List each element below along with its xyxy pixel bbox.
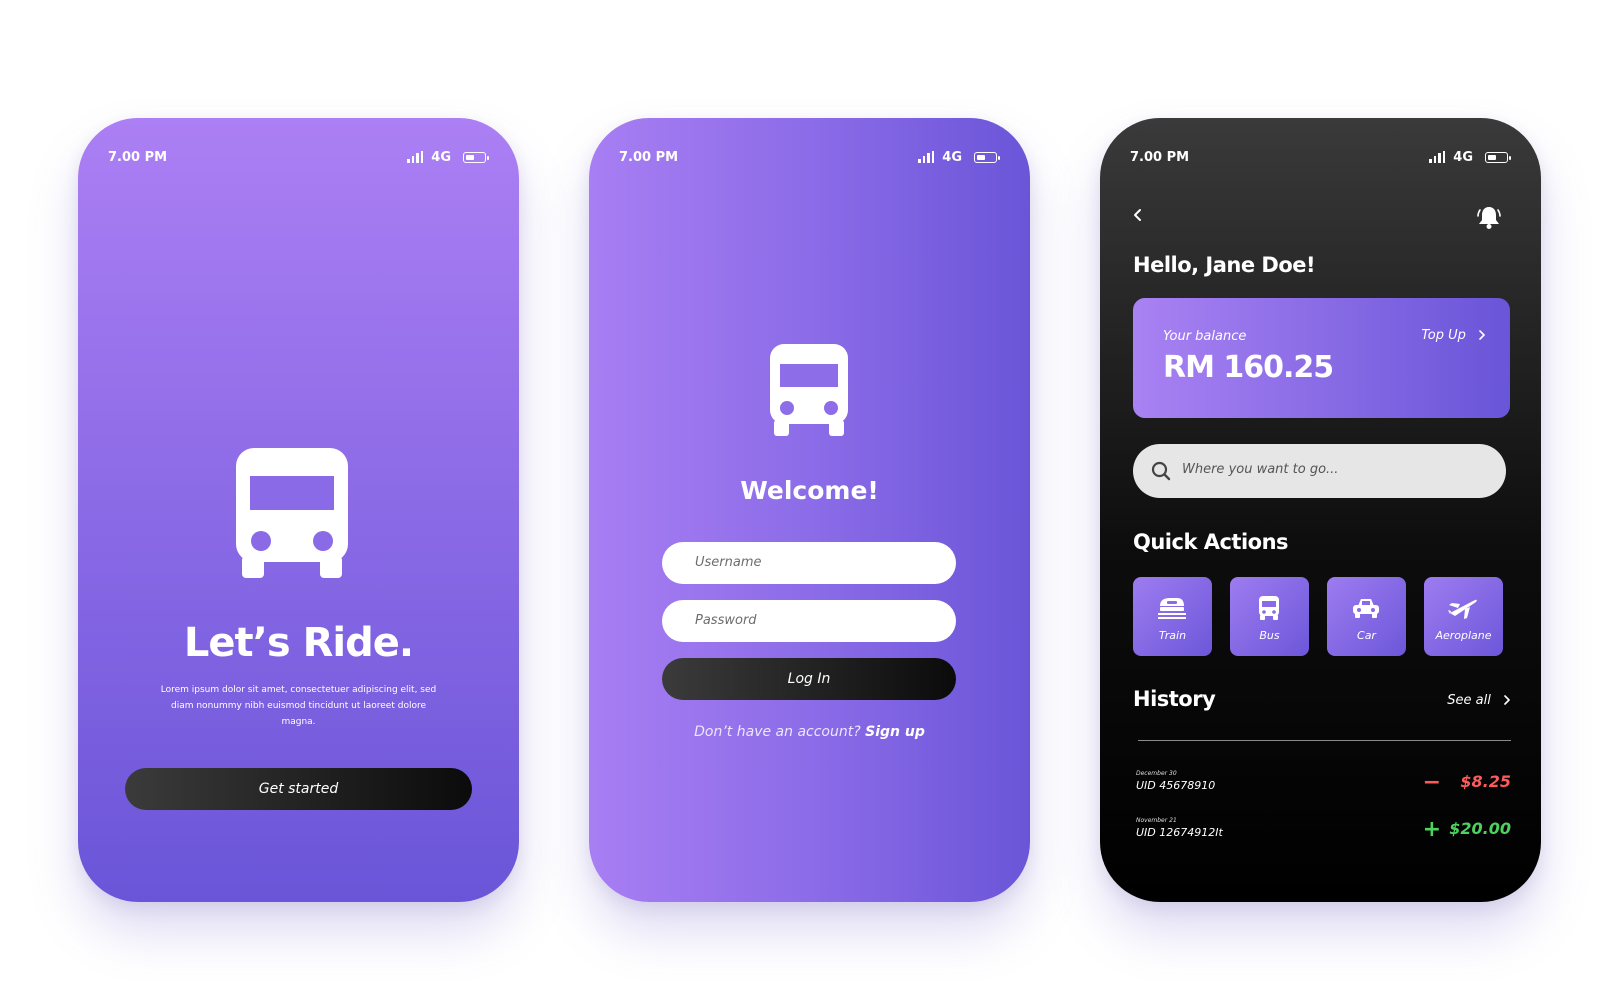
history-date: December 30 bbox=[1136, 770, 1177, 777]
quick-action-label: Train bbox=[1158, 629, 1187, 642]
signup-link[interactable]: Sign up bbox=[865, 724, 925, 740]
username-field[interactable]: Username bbox=[662, 542, 956, 584]
login-button[interactable]: Log In bbox=[662, 658, 956, 700]
battery-icon bbox=[974, 152, 1000, 163]
see-all-link[interactable]: See all bbox=[1447, 693, 1511, 708]
back-chevron-icon[interactable] bbox=[1132, 208, 1144, 222]
search-placeholder: Where you want to go... bbox=[1182, 462, 1339, 477]
history-row[interactable]: December 30 UID 45678910 − $8.25 bbox=[1136, 770, 1511, 810]
network-label: 4G bbox=[942, 150, 962, 165]
get-started-button[interactable]: Get started bbox=[125, 768, 472, 810]
battery-icon bbox=[1485, 152, 1511, 163]
top-up-link[interactable]: Top Up bbox=[1421, 328, 1486, 343]
welcome-title: Welcome! bbox=[740, 476, 879, 505]
history-amount: $8.25 bbox=[1460, 772, 1511, 791]
debit-sign: − bbox=[1422, 770, 1441, 795]
quick-action-car[interactable]: Car bbox=[1327, 577, 1406, 656]
quick-action-bus[interactable]: Bus bbox=[1230, 577, 1309, 656]
greeting-title: Hello, Jane Doe! bbox=[1133, 253, 1316, 277]
signal-icon bbox=[918, 151, 934, 163]
chevron-right-icon bbox=[1479, 330, 1485, 340]
quick-action-train[interactable]: Train bbox=[1133, 577, 1212, 656]
see-all-label: See all bbox=[1447, 693, 1491, 708]
signup-prompt: Don’t have an account? bbox=[694, 724, 861, 740]
status-time: 7.00 PM bbox=[619, 150, 679, 165]
quick-action-label: Bus bbox=[1259, 629, 1280, 642]
history-row[interactable]: November 21 UID 12674912It + $20.00 bbox=[1136, 817, 1511, 857]
status-time: 7.00 PM bbox=[1130, 150, 1190, 165]
status-time: 7.00 PM bbox=[108, 150, 168, 165]
battery-icon bbox=[463, 152, 489, 163]
history-uid: UID 45678910 bbox=[1136, 779, 1216, 792]
bus-logo-icon bbox=[236, 448, 348, 578]
login-screen: 7.00 PM 4G Welcome! Username Password Lo… bbox=[589, 118, 1030, 902]
car-icon bbox=[1353, 599, 1379, 618]
destination-search-input[interactable]: Where you want to go... bbox=[1133, 444, 1506, 498]
bus-icon bbox=[1259, 596, 1279, 620]
credit-sign: + bbox=[1422, 817, 1441, 842]
splash-body-text: Lorem ipsum dolor sit amet, consectetuer… bbox=[160, 685, 437, 727]
notification-bell-icon[interactable] bbox=[1476, 204, 1502, 230]
signal-icon bbox=[1429, 151, 1445, 163]
status-bar: 7.00 PM 4G bbox=[1130, 148, 1511, 168]
status-bar: 7.00 PM 4G bbox=[108, 148, 489, 168]
splash-screen: 7.00 PM 4G Let’s Ride. Lorem ipsum dolor… bbox=[78, 118, 519, 902]
network-label: 4G bbox=[1453, 150, 1473, 165]
quick-actions-title: Quick Actions bbox=[1133, 530, 1289, 554]
bus-logo-icon bbox=[770, 344, 848, 436]
signal-icon bbox=[407, 151, 423, 163]
quick-action-label: Aeroplane bbox=[1435, 629, 1492, 642]
history-date: November 21 bbox=[1136, 817, 1177, 824]
history-divider bbox=[1138, 740, 1511, 741]
status-bar: 7.00 PM 4G bbox=[619, 148, 1000, 168]
network-label: 4G bbox=[431, 150, 451, 165]
train-icon bbox=[1158, 598, 1186, 619]
balance-amount: RM 160.25 bbox=[1163, 350, 1334, 385]
history-amount: $20.00 bbox=[1449, 819, 1511, 838]
quick-action-label: Car bbox=[1357, 629, 1376, 642]
top-up-label: Top Up bbox=[1421, 328, 1466, 343]
history-uid: UID 12674912It bbox=[1136, 826, 1223, 839]
history-title: History bbox=[1133, 687, 1216, 711]
dashboard-screen: 7.00 PM 4G Hello, Jane Doe! Your balance… bbox=[1100, 118, 1541, 902]
aeroplane-icon bbox=[1448, 599, 1477, 619]
splash-title: Let’s Ride. bbox=[183, 620, 414, 666]
chevron-right-icon bbox=[1504, 695, 1510, 705]
password-field[interactable]: Password bbox=[662, 600, 956, 642]
balance-label: Your balance bbox=[1163, 329, 1247, 344]
balance-card: Your balance RM 160.25 Top Up bbox=[1133, 298, 1510, 418]
signup-row: Don’t have an account? Sign up bbox=[589, 724, 1030, 740]
quick-action-aeroplane[interactable]: Aeroplane bbox=[1424, 577, 1503, 656]
search-icon bbox=[1151, 461, 1171, 481]
